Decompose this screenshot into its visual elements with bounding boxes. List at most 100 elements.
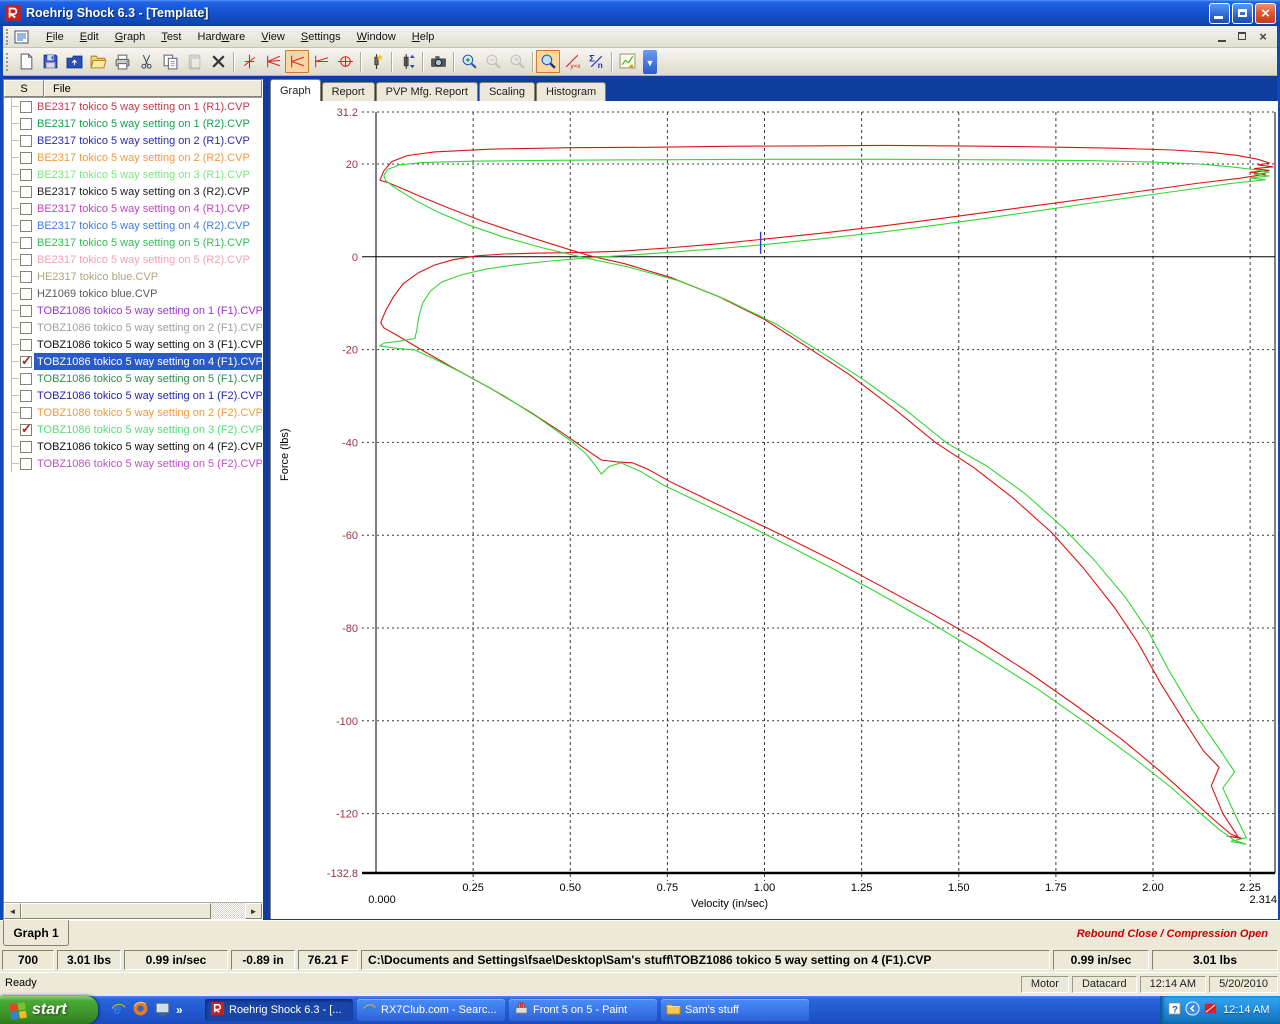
help-tray-icon[interactable]: ? — [1167, 1001, 1182, 1019]
minimize-button[interactable] — [1209, 3, 1230, 24]
file-list-item[interactable]: TOBZ1086 tokico 5 way setting on 1 (F2).… — [4, 387, 262, 404]
chevron-left-tray-icon[interactable] — [1185, 1001, 1200, 1019]
file-list-item[interactable]: BE2317 tokico 5 way setting on 2 (R1).CV… — [4, 132, 262, 149]
file-list-item[interactable]: BE2317 tokico 5 way setting on 1 (R2).CV… — [4, 115, 262, 132]
camera-button[interactable] — [426, 50, 450, 73]
tab-scaling[interactable]: Scaling — [479, 82, 535, 101]
file-checkbox[interactable] — [20, 220, 32, 232]
menu-settings[interactable]: Settings — [293, 28, 349, 46]
menu-view[interactable]: View — [253, 28, 293, 46]
save-button[interactable] — [38, 50, 62, 73]
roehrig-tray-icon[interactable] — [1203, 1001, 1218, 1019]
menu-window[interactable]: Window — [349, 28, 404, 46]
file-checkbox[interactable] — [20, 271, 32, 283]
file-list-item[interactable]: BE2317 tokico 5 way setting on 3 (R1).CV… — [4, 166, 262, 183]
cut-button[interactable] — [134, 50, 158, 73]
file-checkbox[interactable] — [20, 186, 32, 198]
file-checkbox[interactable] — [20, 322, 32, 334]
copy-button[interactable] — [158, 50, 182, 73]
file-list-item[interactable]: BE2317 tokico 5 way setting on 5 (R2).CV… — [4, 251, 262, 268]
menu-hardware[interactable]: Hardware — [190, 28, 254, 46]
horizontal-scrollbar[interactable]: ◄ ► — [4, 902, 262, 919]
file-list-item[interactable]: BE2317 tokico 5 way setting on 1 (R1).CV… — [4, 98, 262, 115]
file-list-item[interactable]: BE2317 tokico 5 way setting on 4 (R2).CV… — [4, 217, 262, 234]
taskbar-button-front-5-on-5-paint[interactable]: Front 5 on 5 - Paint — [509, 999, 657, 1021]
file-checkbox[interactable]: ✓ — [20, 356, 32, 368]
taskbar-button-sam-s-stuff[interactable]: Sam's stuff — [661, 999, 809, 1021]
close-button[interactable]: × — [1255, 3, 1276, 24]
file-list-item[interactable]: HE2317 tokico blue.CVP — [4, 268, 262, 285]
file-checkbox[interactable] — [20, 152, 32, 164]
file-list-item[interactable]: ✓TOBZ1086 tokico 5 way setting on 4 (F1)… — [4, 353, 262, 370]
scrollbar-thumb[interactable] — [21, 903, 211, 919]
toolbar-overflow-chevron[interactable]: ▼ — [643, 50, 657, 74]
column-header-file[interactable]: File — [44, 80, 262, 97]
start-button[interactable]: start — [0, 996, 98, 1024]
force-velocity-chart[interactable]: 31.2200-20-40-60-80-100-120-132.80.0000.… — [271, 101, 1279, 919]
curve-fan-single-button[interactable] — [309, 50, 333, 73]
shock-test-button[interactable] — [364, 50, 388, 73]
toolbar-grip[interactable] — [6, 29, 11, 45]
file-checkbox[interactable] — [20, 407, 32, 419]
menu-graph[interactable]: Graph — [107, 28, 154, 46]
file-list-item[interactable]: TOBZ1086 tokico 5 way setting on 2 (F2).… — [4, 404, 262, 421]
toolbar-grip-2[interactable] — [6, 53, 11, 71]
menu-file[interactable]: File — [38, 28, 72, 46]
file-checkbox[interactable] — [20, 101, 32, 113]
tab-histogram[interactable]: Histogram — [536, 82, 606, 101]
file-checkbox[interactable] — [20, 254, 32, 266]
mdi-restore-button[interactable] — [1235, 30, 1251, 44]
tab-report[interactable]: Report — [322, 82, 375, 101]
file-list-item[interactable]: BE2317 tokico 5 way setting on 2 (R2).CV… — [4, 149, 262, 166]
quick-launch-overflow[interactable]: » — [176, 1003, 183, 1017]
save-template-button[interactable] — [62, 50, 86, 73]
file-list-item[interactable]: BE2317 tokico 5 way setting on 4 (R1).CV… — [4, 200, 262, 217]
file-list-item[interactable]: HZ1069 tokico blue.CVP — [4, 285, 262, 302]
curve-circle-button[interactable] — [333, 50, 357, 73]
delete-button[interactable] — [206, 50, 230, 73]
taskbar-button-rx7club-com-searc-[interactable]: eRX7Club.com - Searc... — [357, 999, 505, 1021]
file-checkbox[interactable] — [20, 135, 32, 147]
curve-crosshair-button[interactable] — [237, 50, 261, 73]
file-checkbox[interactable]: ✓ — [20, 424, 32, 436]
graph-export-button[interactable] — [615, 50, 639, 73]
menu-test[interactable]: Test — [153, 28, 189, 46]
menu-edit[interactable]: Edit — [72, 28, 107, 46]
file-list-item[interactable]: BE2317 tokico 5 way setting on 3 (R2).CV… — [4, 183, 262, 200]
file-checkbox[interactable] — [20, 288, 32, 300]
file-checkbox[interactable] — [20, 169, 32, 181]
zoom-in-button[interactable] — [457, 50, 481, 73]
shock-adjust-button[interactable] — [395, 50, 419, 73]
y-equals-x-button[interactable]: y=x — [560, 50, 584, 73]
scroll-left-button[interactable]: ◄ — [4, 903, 21, 919]
file-list-item[interactable]: TOBZ1086 tokico 5 way setting on 4 (F2).… — [4, 438, 262, 455]
tab-graph[interactable]: Graph — [270, 79, 321, 101]
file-checkbox[interactable] — [20, 203, 32, 215]
file-list-item[interactable]: TOBZ1086 tokico 5 way setting on 2 (F1).… — [4, 319, 262, 336]
tab-pvp-mfg-report[interactable]: PVP Mfg. Report — [376, 82, 478, 101]
file-checkbox[interactable] — [20, 373, 32, 385]
file-list-item[interactable]: TOBZ1086 tokico 5 way setting on 5 (F2).… — [4, 455, 262, 472]
file-list-item[interactable]: TOBZ1086 tokico 5 way setting on 3 (F1).… — [4, 336, 262, 353]
sigma-n-button[interactable]: Σn — [584, 50, 608, 73]
file-list-item[interactable]: TOBZ1086 tokico 5 way setting on 5 (F1).… — [4, 370, 262, 387]
column-header-s[interactable]: S — [4, 80, 44, 97]
file-checkbox[interactable] — [20, 441, 32, 453]
scroll-right-button[interactable]: ► — [245, 903, 262, 919]
file-list-item[interactable]: ✓TOBZ1086 tokico 5 way setting on 3 (F2)… — [4, 421, 262, 438]
file-checkbox[interactable] — [20, 305, 32, 317]
scrollbar-track[interactable] — [211, 903, 245, 919]
file-checkbox[interactable] — [20, 339, 32, 351]
new-document-button[interactable] — [14, 50, 38, 73]
file-list-item[interactable]: TOBZ1086 tokico 5 way setting on 1 (F1).… — [4, 302, 262, 319]
file-checkbox[interactable] — [20, 458, 32, 470]
file-list-item[interactable]: BE2317 tokico 5 way setting on 5 (R1).CV… — [4, 234, 262, 251]
restore-button[interactable] — [1232, 3, 1253, 24]
curve-fan-button[interactable] — [285, 50, 309, 73]
taskbar-button-roehrig-shock-6-3-[interactable]: Roehrig Shock 6.3 - [... — [205, 999, 353, 1021]
magnifier-button[interactable] — [536, 50, 560, 73]
file-checkbox[interactable] — [20, 237, 32, 249]
menu-help[interactable]: Help — [404, 28, 443, 46]
file-checkbox[interactable] — [20, 118, 32, 130]
mdi-close-button[interactable]: × — [1255, 30, 1271, 44]
